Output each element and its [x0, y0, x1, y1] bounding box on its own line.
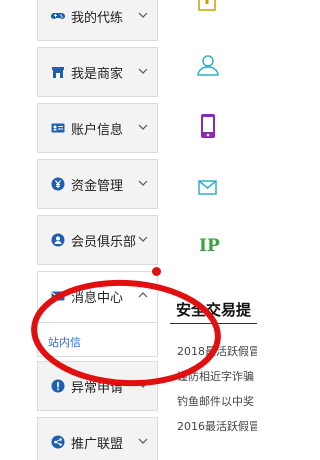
sidebar-item-label: 推广联盟: [71, 437, 124, 452]
sidebar-item-label: 资金管理: [71, 179, 124, 194]
sidebar-item-message-center[interactable]: 消息中心 站内信: [37, 271, 158, 357]
sidebar-item-label: 会员俱乐部: [71, 235, 137, 250]
news-title: 安全交易提: [176, 301, 252, 319]
news-divider: [170, 323, 257, 324]
chevron-down-icon: [138, 12, 148, 18]
sidebar-item-merchant[interactable]: 我是商家: [37, 47, 158, 97]
chevron-up-icon: [138, 292, 148, 298]
security-news-panel: 安全交易提 2018最活跃假冒 谨防相近字诈骗 钓鱼邮件以中奖 2016最活跃假…: [170, 295, 257, 460]
mobile-phone-icon: [201, 114, 215, 138]
annotation-dot: [152, 267, 161, 276]
id-card-icon: [51, 123, 65, 133]
sidebar-item-label: 账户信息: [71, 123, 124, 138]
sidebar-item-label: 消息中心: [71, 291, 124, 306]
chevron-down-icon: [138, 438, 148, 444]
alert-icon: [51, 379, 65, 393]
chevron-down-icon: [138, 382, 148, 388]
sidebar-item-label: 我的代练: [71, 11, 124, 26]
news-item[interactable]: 2018最活跃假冒: [177, 343, 257, 359]
sidebar-item-exception-request[interactable]: 异常申请: [37, 361, 158, 411]
mail-icon: [51, 291, 65, 301]
user-icon: [197, 55, 219, 76]
sidebar-item-funds[interactable]: 资金管理: [37, 159, 158, 209]
security-icons-column: IP: [188, 0, 228, 270]
news-item[interactable]: 钓鱼邮件以中奖: [177, 393, 254, 409]
email-icon: [198, 180, 217, 195]
news-item[interactable]: 谨防相近字诈骗: [177, 368, 254, 384]
sidebar-nav: 我的代练 我是商家 账户信息 资金管理 会员俱乐部 消息中心 站内信 异常申请 …: [37, 0, 160, 460]
sidebar-item-my-boosting[interactable]: 我的代练: [37, 0, 158, 41]
sidebar-item-affiliate[interactable]: 推广联盟: [37, 417, 158, 460]
store-icon: [52, 67, 64, 78]
news-item[interactable]: 2016最活跃假冒: [177, 418, 257, 434]
chevron-down-icon: [138, 124, 148, 130]
yen-icon: [51, 177, 65, 191]
sidebar-item-label: 异常申请: [71, 381, 124, 396]
shield-lock-icon: [198, 0, 216, 11]
gamepad-icon: [51, 13, 65, 19]
ip-icon-text: IP: [199, 236, 220, 256]
chevron-down-icon: [138, 180, 148, 186]
sidebar-subitem-inbox[interactable]: 站内信: [38, 322, 157, 357]
sidebar-item-account-info[interactable]: 账户信息: [37, 103, 158, 153]
sidebar-item-label: 我是商家: [71, 67, 124, 82]
share-icon: [51, 435, 65, 449]
page: 我的代练 我是商家 账户信息 资金管理 会员俱乐部 消息中心 站内信 异常申请 …: [0, 0, 257, 460]
sidebar-item-member-club[interactable]: 会员俱乐部: [37, 215, 158, 265]
member-icon: [51, 233, 65, 247]
ip-icon: IP: [199, 236, 220, 256]
sidebar-subitem-label: 站内信: [48, 336, 81, 349]
chevron-down-icon: [138, 236, 148, 242]
chevron-down-icon: [138, 68, 148, 74]
